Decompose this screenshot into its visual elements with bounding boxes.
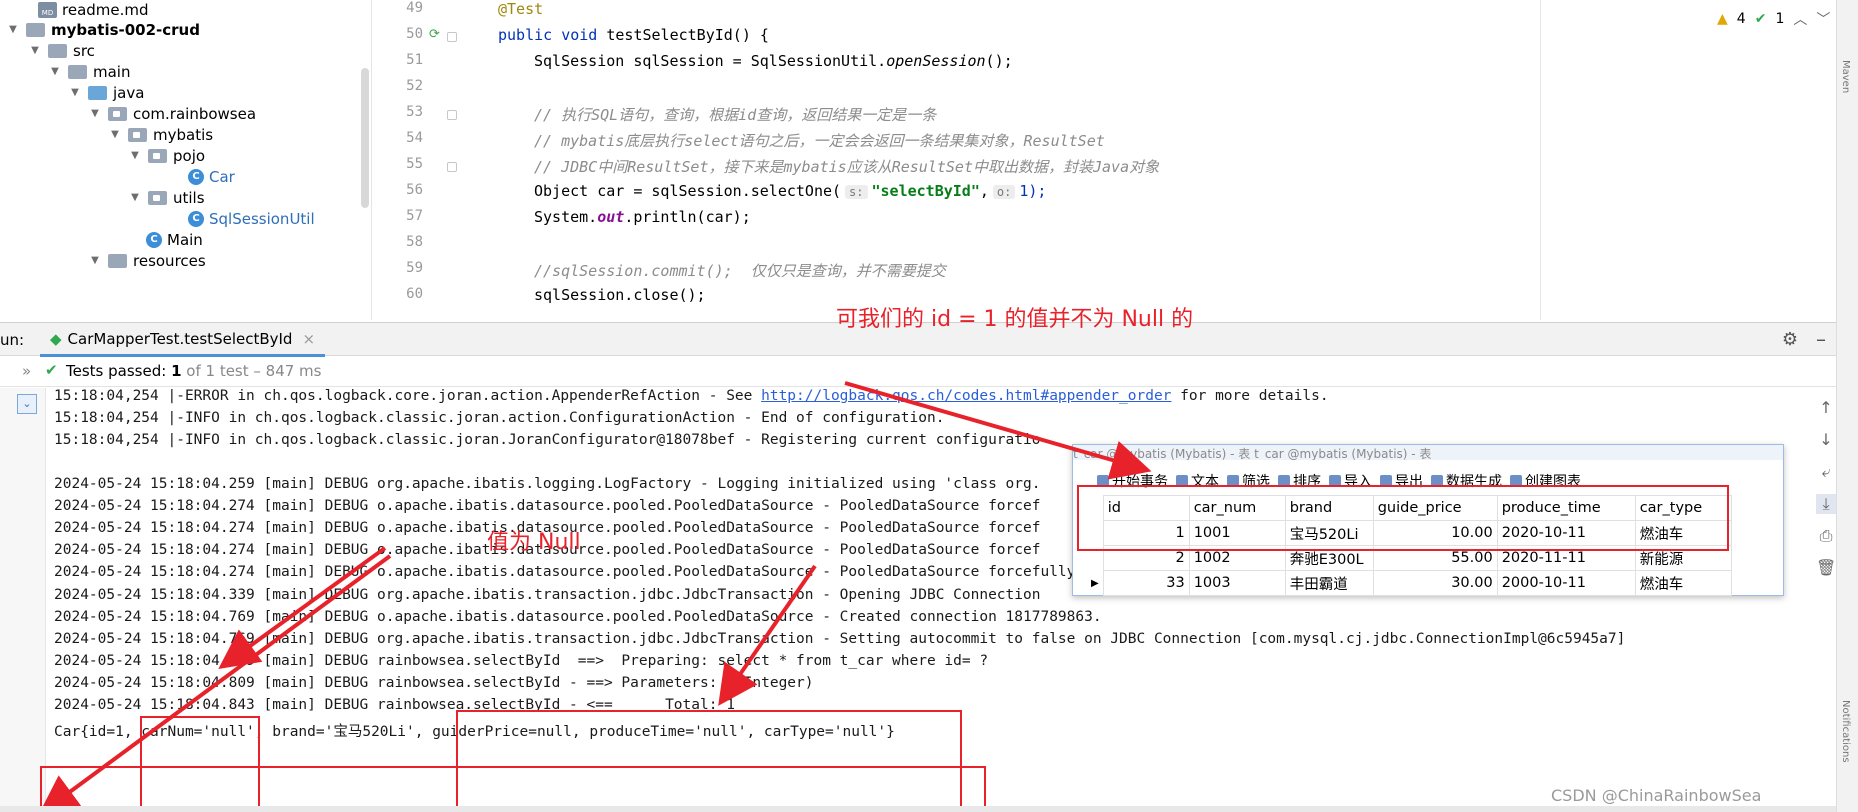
arrow-to-params: [718, 564, 817, 706]
ide-window: MD readme.md ▼ mybatis-002-crud ▼ src ▼ main…: [0, 0, 1858, 812]
arrow-to-null-2: [38, 554, 392, 812]
arrow-to-db: [844, 381, 1152, 480]
bottom-tool-bar: [0, 806, 1836, 812]
watermark: CSDN @ChinaRainbowSea: [1551, 786, 1762, 805]
arrow-to-null-1: [218, 546, 387, 670]
annotation-arrows: [38, 381, 1152, 812]
